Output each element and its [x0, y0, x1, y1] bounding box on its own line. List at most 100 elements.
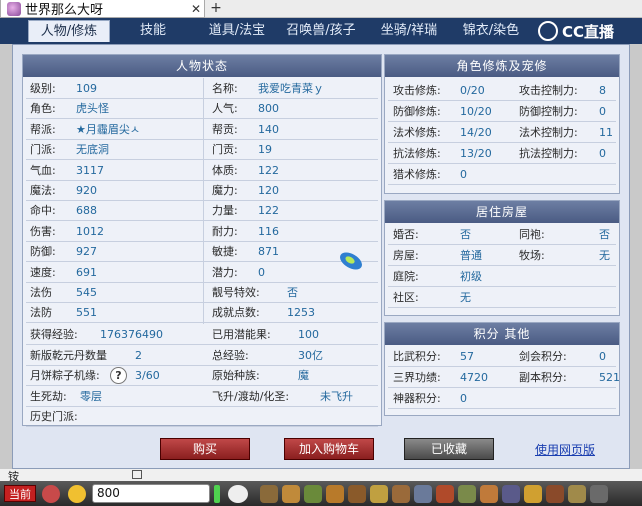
close-icon[interactable]: ✕ [188, 2, 204, 16]
cultivation-label: 攻击控制力: [519, 84, 578, 97]
tab-title: 世界那么大呀 [25, 3, 104, 18]
points-value: 0 [599, 350, 606, 363]
use-web-version-link[interactable]: 使用网页版 [535, 441, 595, 458]
cultivation-label: 防御修炼: [393, 105, 441, 118]
tray-item-icon[interactable] [370, 485, 388, 503]
cultivation-value: 8 [599, 84, 606, 97]
stat-value: 3117 [76, 163, 104, 177]
housing-value: 无 [460, 291, 471, 304]
cultivation-row: 法术修炼: 14/20 法术控制力: 11 [393, 122, 615, 143]
points-value: 57 [460, 350, 474, 363]
logo-text: CC直播 [561, 22, 614, 41]
tray-item-icon[interactable] [568, 485, 586, 503]
tray-item-icon[interactable] [326, 485, 344, 503]
stat-value: 920 [76, 184, 97, 197]
tray-item-icon[interactable] [260, 485, 278, 503]
tray-item-icon[interactable] [348, 485, 366, 503]
tab-skills[interactable]: 技能 [120, 20, 186, 42]
points-value: 4720 [460, 371, 488, 384]
tab-mounts[interactable]: 坐骑/祥瑞 [368, 20, 450, 42]
housing-value: 否 [599, 228, 610, 241]
stat-label: 名称: [212, 82, 238, 95]
cultivation-label: 猎术修炼: [393, 168, 441, 181]
stat-value: 927 [76, 245, 97, 259]
points-label: 三界功绩: [393, 371, 441, 384]
cultivation-label: 法术控制力: [519, 126, 578, 139]
stat-label: 法伤 [30, 286, 52, 299]
stat-label: 潜力: [212, 265, 238, 279]
tray-item-icon[interactable] [282, 485, 300, 503]
stat-label: 命中: [30, 204, 56, 218]
points-row: 神器积分: 0 [393, 388, 615, 409]
stat-value: 零层 [80, 389, 102, 403]
stat-label: 速度: [30, 265, 56, 279]
stat-row: 角色: 虎头怪 [30, 98, 200, 119]
stat-row: 帮贡: 140 [212, 119, 378, 140]
stat-row: 人气: 800 [212, 98, 378, 119]
tray-item-icon[interactable] [436, 485, 454, 503]
buy-button[interactable]: 购买 [160, 438, 250, 460]
tray-item-icon[interactable] [480, 485, 498, 503]
stat-value: 1012 [76, 224, 104, 238]
tab-items[interactable]: 道具/法宝 [196, 20, 278, 42]
stat-row: 力量: 122 [212, 200, 378, 221]
microphone-icon[interactable] [42, 485, 60, 503]
tray-item-icon[interactable] [414, 485, 432, 503]
tray-item-icon[interactable] [502, 485, 520, 503]
cultivation-row: 猎术修炼: 0 [393, 164, 615, 185]
tray-icons [260, 484, 640, 504]
housing-label: 庭院: [393, 270, 419, 283]
tray-item-icon[interactable] [590, 485, 608, 503]
tab-character[interactable]: 人物/修炼 [28, 20, 110, 42]
tray-item-icon[interactable] [546, 485, 564, 503]
new-tab-icon[interactable]: + [208, 1, 224, 17]
stat-row: 体质: 122 [212, 160, 378, 181]
bottom-strip: 铵 [0, 469, 642, 483]
channel-current-button[interactable]: 当前 [4, 485, 36, 502]
pet-face-icon[interactable] [228, 485, 248, 503]
cultivation-value: 0 [599, 105, 606, 118]
housing-label: 婚否: [393, 228, 419, 241]
browser-tab[interactable]: 世界那么大呀 ✕ [0, 0, 205, 18]
emoji-icon[interactable] [68, 485, 86, 503]
row-divider [388, 307, 616, 308]
tray-item-icon[interactable] [524, 485, 542, 503]
cultivation-row: 防御修炼: 10/20 防御控制力: 0 [393, 101, 615, 122]
tray-item-icon[interactable] [392, 485, 410, 503]
housing-label: 社区: [393, 291, 419, 304]
browser-titlebar: 世界那么大呀 ✕ + [0, 0, 642, 18]
cultivation-label: 抗法控制力: [519, 147, 578, 160]
stat-value: 551 [76, 306, 97, 320]
stat-value: 未飞升 [320, 389, 353, 403]
cultivation-value: 0/20 [460, 84, 485, 97]
collected-button[interactable]: 已收藏 [404, 438, 494, 460]
points-label: 比武积分: [393, 350, 441, 363]
stat-value: 19 [258, 143, 272, 157]
stat-label: 飞升/渡劫/化圣: [212, 389, 290, 403]
stat-value: 0 [258, 265, 265, 279]
section-title: 居住房屋 [385, 201, 619, 223]
housing-value: 无 [599, 249, 610, 262]
housing-value: 否 [460, 228, 471, 241]
section-title: 人物状态 [23, 55, 381, 77]
cultivation-value: 0 [460, 168, 467, 181]
tab-outfits[interactable]: 锦衣/染色 [450, 20, 532, 42]
stat-row: 法伤 545 [30, 282, 200, 303]
stat-label: 气血: [30, 163, 56, 177]
tray-item-icon[interactable] [304, 485, 322, 503]
stat-row: 法防 551 [30, 302, 200, 323]
cultivation-value: 10/20 [460, 105, 492, 118]
stat-label: 魔力: [212, 184, 238, 197]
section-title: 积分 其他 [385, 323, 619, 345]
stat-row-wide: 新版乾元丹数量 2 总经验: 30亿 [30, 345, 380, 366]
stat-row-wide: 历史门派: [30, 406, 380, 427]
tab-summons[interactable]: 召唤兽/孩子 [280, 20, 362, 42]
stat-value: 100 [298, 328, 319, 341]
row-divider [388, 184, 616, 185]
chat-input[interactable]: 800 [92, 484, 210, 503]
cultivation-value: 11 [599, 126, 613, 139]
strip-checkbox[interactable] [132, 470, 142, 479]
tray-item-icon[interactable] [458, 485, 476, 503]
add-to-cart-button[interactable]: 加入购物车 [284, 438, 374, 460]
help-icon[interactable]: ? [110, 367, 127, 384]
